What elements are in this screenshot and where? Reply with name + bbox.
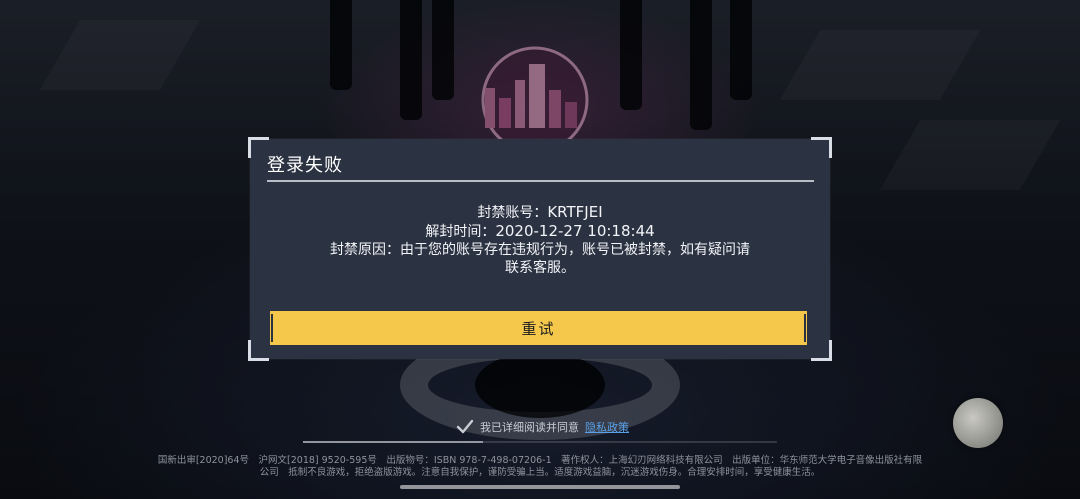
legal-notice-line: 国新出审[2020]64号 沪网文[2018] 9520-595号 出版物号：I… (157, 455, 923, 466)
loading-progress-fill (303, 441, 484, 443)
unban-time-row: 解封时间：2020-12-27 10:18:44 (290, 222, 790, 241)
agreement-text: 我已详细阅读并同意 (480, 421, 579, 434)
dialog-corner-bracket (248, 137, 269, 158)
ban-message: 封禁账号：KRTFJEI 解封时间：2020-12-27 10:18:44 封禁… (290, 203, 790, 277)
retry-button[interactable]: 重试 (267, 311, 810, 345)
agreement-row: 我已详细阅读并同意 隐私政策 (456, 419, 629, 435)
ban-account-row: 封禁账号：KRTFJEI (290, 203, 790, 222)
ban-account-label: 封禁账号： (477, 205, 548, 221)
unban-time-value: 2020-12-27 10:18:44 (495, 222, 655, 240)
unban-time-label: 解封时间： (425, 224, 496, 240)
home-indicator[interactable] (400, 485, 680, 489)
login-failed-dialog: 登录失败 封禁账号：KRTFJEI 解封时间：2020-12-27 10:18:… (248, 137, 832, 361)
privacy-policy-link[interactable]: 隐私政策 (585, 419, 629, 435)
moon-icon[interactable] (953, 398, 1003, 448)
dialog-title: 登录失败 (267, 155, 343, 176)
legal-notice-line: 公司 抵制不良游戏，拒绝盗版游戏。注意自我保护，谨防受骗上当。适度游戏益脑，沉迷… (259, 467, 821, 478)
dialog-corner-bracket (248, 340, 269, 361)
retry-button-label: 重试 (521, 319, 556, 338)
checkmark-icon[interactable] (456, 419, 474, 435)
ban-reason-line: 联系客服。 (505, 260, 575, 276)
dialog-corner-bracket (811, 137, 832, 158)
title-divider (267, 180, 814, 182)
loading-progress-bar (303, 441, 777, 443)
legal-notice: 国新出审[2020]64号 沪网文[2018] 9520-595号 出版物号：I… (60, 455, 1020, 479)
ban-account-value: KRTFJEI (547, 203, 603, 221)
ban-reason-line: 封禁原因：由于您的账号存在违规行为，账号已被封禁，如有疑问请 (330, 242, 750, 258)
dialog-corner-bracket (811, 340, 832, 361)
